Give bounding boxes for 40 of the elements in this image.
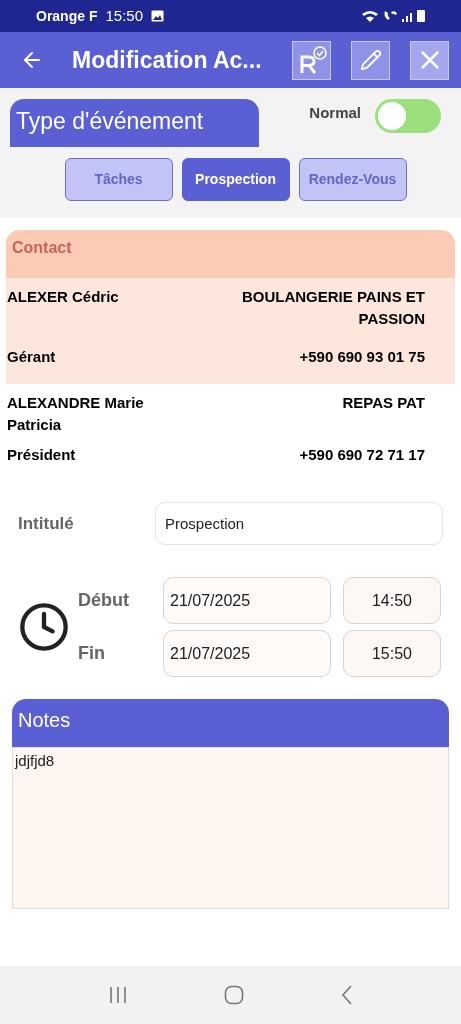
contact-company: REPAS PAT — [341, 393, 425, 413]
title-field[interactable]: Prospection — [155, 502, 443, 545]
contact-company: BOULANGERIE PAINS ET PASSION — [240, 287, 425, 329]
contact-role: Président — [7, 445, 77, 465]
schedule-label: Début — [78, 589, 130, 612]
clock-icon — [18, 601, 70, 653]
contact-phone: +590 690 72 71 17 — [298, 445, 425, 465]
date-field[interactable]: 21/07/2025 — [163, 577, 331, 624]
date-field[interactable]: 21/07/2025 — [163, 630, 331, 677]
carrier: Orange F — [36, 6, 98, 26]
phone-icon — [383, 10, 397, 22]
contact-name: ALEXANDRE Marie Patricia — [7, 393, 145, 435]
close-button[interactable] — [410, 40, 449, 80]
contact-role: Gérant — [7, 347, 57, 367]
home-icon[interactable] — [224, 985, 245, 1005]
wifi-icon — [361, 9, 379, 23]
pencil-icon — [359, 49, 382, 71]
contact-phone: +590 690 93 01 75 — [298, 347, 425, 367]
contact-row[interactable]: ALEXER Cédric BOULANGERIE PAINS ET PASSION Gérant +590 690 93 01 75 — [6, 278, 455, 384]
event-type-header: Type d'événement — [10, 99, 259, 147]
validate-button[interactable] — [292, 40, 331, 80]
clock: 15:50 — [105, 5, 143, 26]
toggle-label: Normal — [309, 103, 361, 123]
contact-name: ALEXER Cédric — [7, 287, 120, 307]
edit-button[interactable] — [351, 40, 390, 80]
toggle-switch[interactable] — [375, 99, 441, 133]
recent-apps-icon[interactable] — [108, 986, 129, 1004]
signal-icon — [401, 10, 413, 22]
time-field[interactable]: 14:50 — [343, 577, 441, 624]
contact-header: Contact — [6, 230, 455, 278]
schedule-label: Fin — [78, 642, 106, 665]
notes-field[interactable]: jdjfjd8 — [12, 747, 449, 909]
app-bar-title: Modification Ac... — [72, 45, 262, 75]
time-field[interactable]: 15:50 — [343, 630, 441, 677]
notes-header: Notes — [12, 699, 449, 747]
field-label: Intitulé — [18, 512, 75, 535]
battery-icon — [417, 10, 425, 22]
image-icon — [151, 10, 164, 22]
back-nav-icon[interactable] — [340, 985, 353, 1005]
event-type-tab[interactable]: Prospection — [181, 158, 290, 201]
